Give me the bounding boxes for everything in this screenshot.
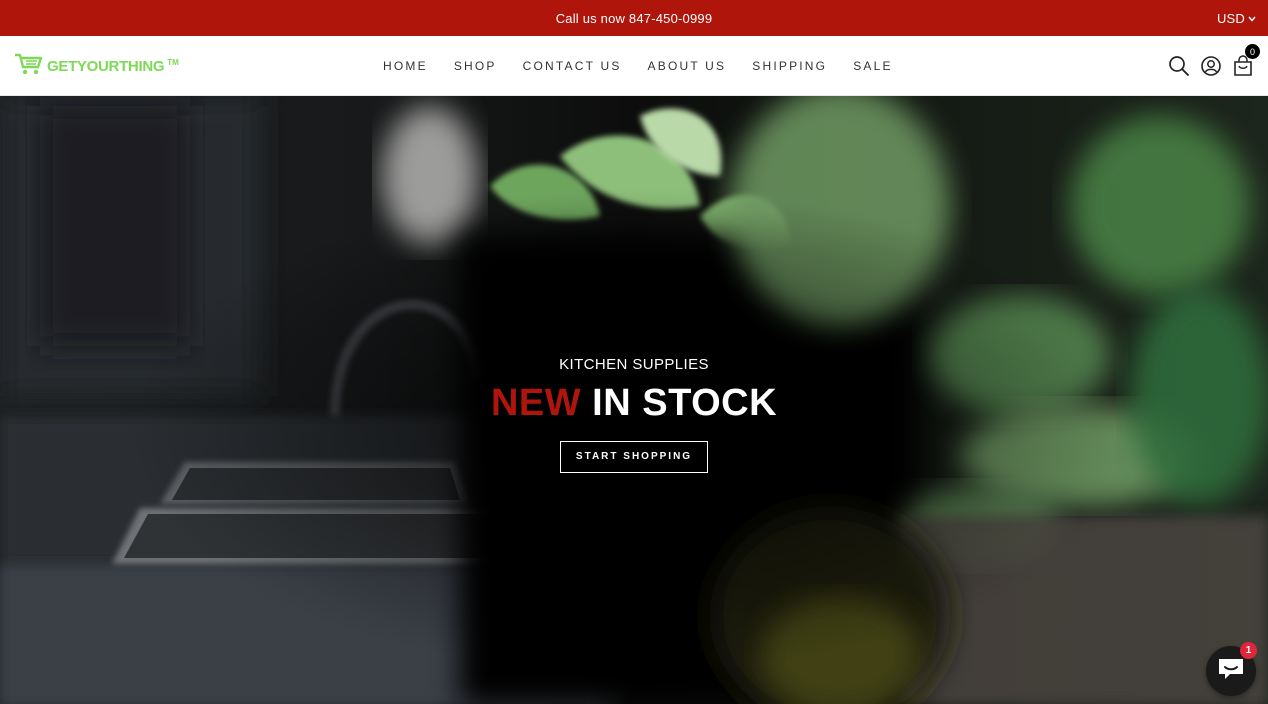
account-icon[interactable] [1200, 55, 1222, 77]
site-header: GETYOURTHING TM HOME SHOP CONTACT US ABO… [0, 36, 1268, 96]
nav-item-shipping[interactable]: SHIPPING [752, 59, 827, 73]
hero-content: KITCHEN SUPPLIES NEW IN STOCK START SHOP… [0, 356, 1268, 473]
hero-subtitle: KITCHEN SUPPLIES [559, 356, 709, 373]
nav-item-about-us[interactable]: ABOUT US [648, 59, 727, 73]
cart-count-badge: 0 [1245, 44, 1260, 59]
nav-item-contact-us[interactable]: CONTACT US [523, 59, 622, 73]
start-shopping-button[interactable]: START SHOPPING [560, 440, 708, 473]
chat-notification-badge: 1 [1240, 642, 1257, 659]
hero-banner: KITCHEN SUPPLIES NEW IN STOCK START SHOP… [0, 96, 1268, 704]
currency-label: USD [1216, 10, 1245, 26]
nav-item-sale[interactable]: SALE [853, 59, 893, 73]
main-navigation: HOME SHOP CONTACT US ABOUT US SHIPPING S… [383, 36, 893, 96]
shopping-bag-icon[interactable]: 0 [1232, 44, 1260, 77]
currency-selector[interactable]: USD [1217, 0, 1256, 36]
logo-trademark: TM [167, 57, 179, 67]
hero-title-accent: NEW [490, 382, 582, 424]
hero-title-rest: IN STOCK [581, 382, 778, 424]
nav-item-shop[interactable]: SHOP [454, 59, 497, 73]
site-logo[interactable]: GETYOURTHING TM [14, 53, 179, 79]
chat-bubble-icon [1216, 655, 1246, 688]
chevron-down-icon [1248, 14, 1256, 24]
logo-text: GETYOURTHING [47, 57, 165, 75]
hero-title: NEW IN STOCK [490, 382, 778, 425]
header-icons: 0 [1168, 44, 1260, 78]
search-icon[interactable] [1168, 55, 1190, 77]
nav-item-home[interactable]: HOME [383, 59, 428, 73]
shopping-cart-icon [14, 52, 44, 81]
announcement-bar: Call us now 847-450-0999 USD [0, 0, 1268, 36]
announcement-text: Call us now 847-450-0999 [555, 10, 713, 26]
